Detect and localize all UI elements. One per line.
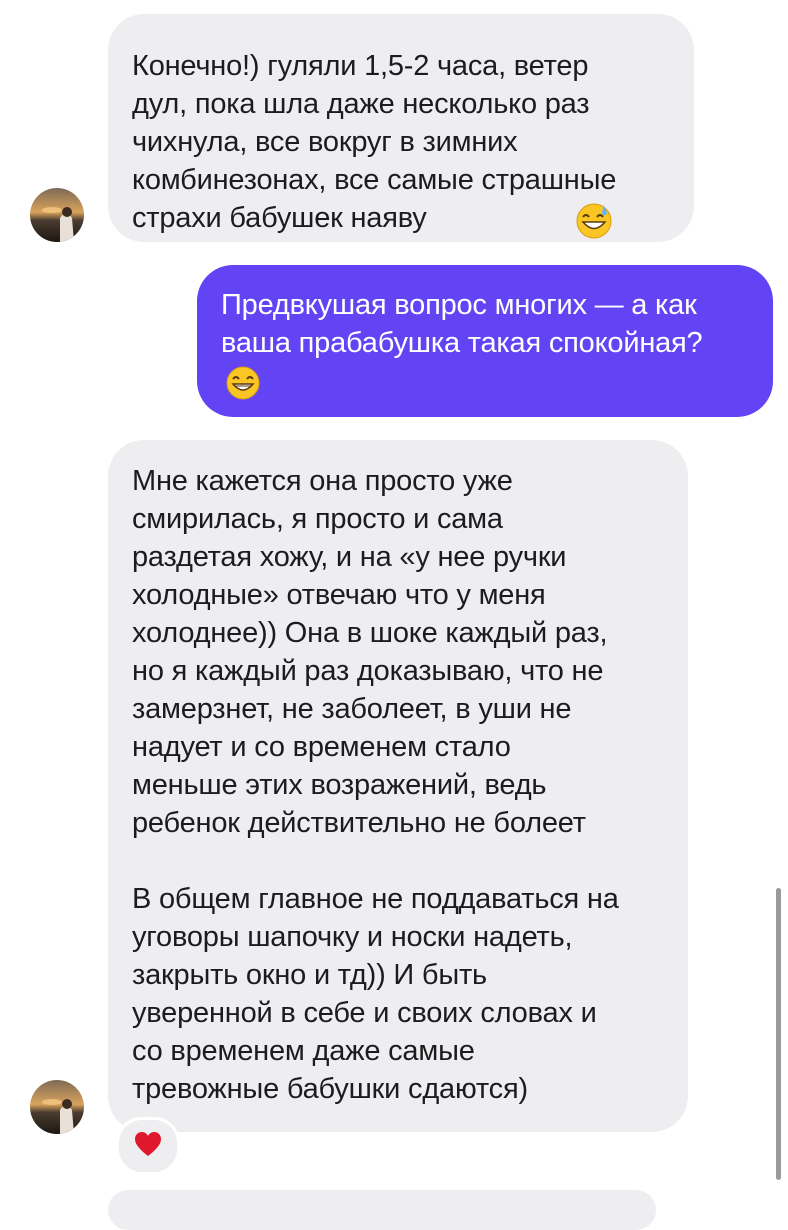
grinning-emoji-icon [225,365,261,411]
red-heart-icon [134,1131,162,1162]
grinning-sweat-emoji-icon [575,202,613,250]
message-text: Мне кажется она просто уже смирилась, я … [132,465,619,1105]
reaction-badge[interactable] [116,1117,180,1175]
avatar[interactable] [30,188,84,242]
message-bubble-outgoing[interactable]: Предвкушая вопрос многих — а как ваша пр… [197,265,773,417]
message-bubble-incoming-partial[interactable] [108,1190,656,1230]
message-text: Предвкушая вопрос многих — а как ваша пр… [221,289,703,359]
avatar[interactable] [30,1080,84,1134]
message-bubble-incoming[interactable]: Мне кажется она просто уже смирилась, я … [108,440,688,1132]
scrollbar[interactable] [776,888,781,1180]
message-bubble-incoming[interactable]: Конечно!) гуляли 1,5-2 часа, ветер дул, … [108,14,694,242]
